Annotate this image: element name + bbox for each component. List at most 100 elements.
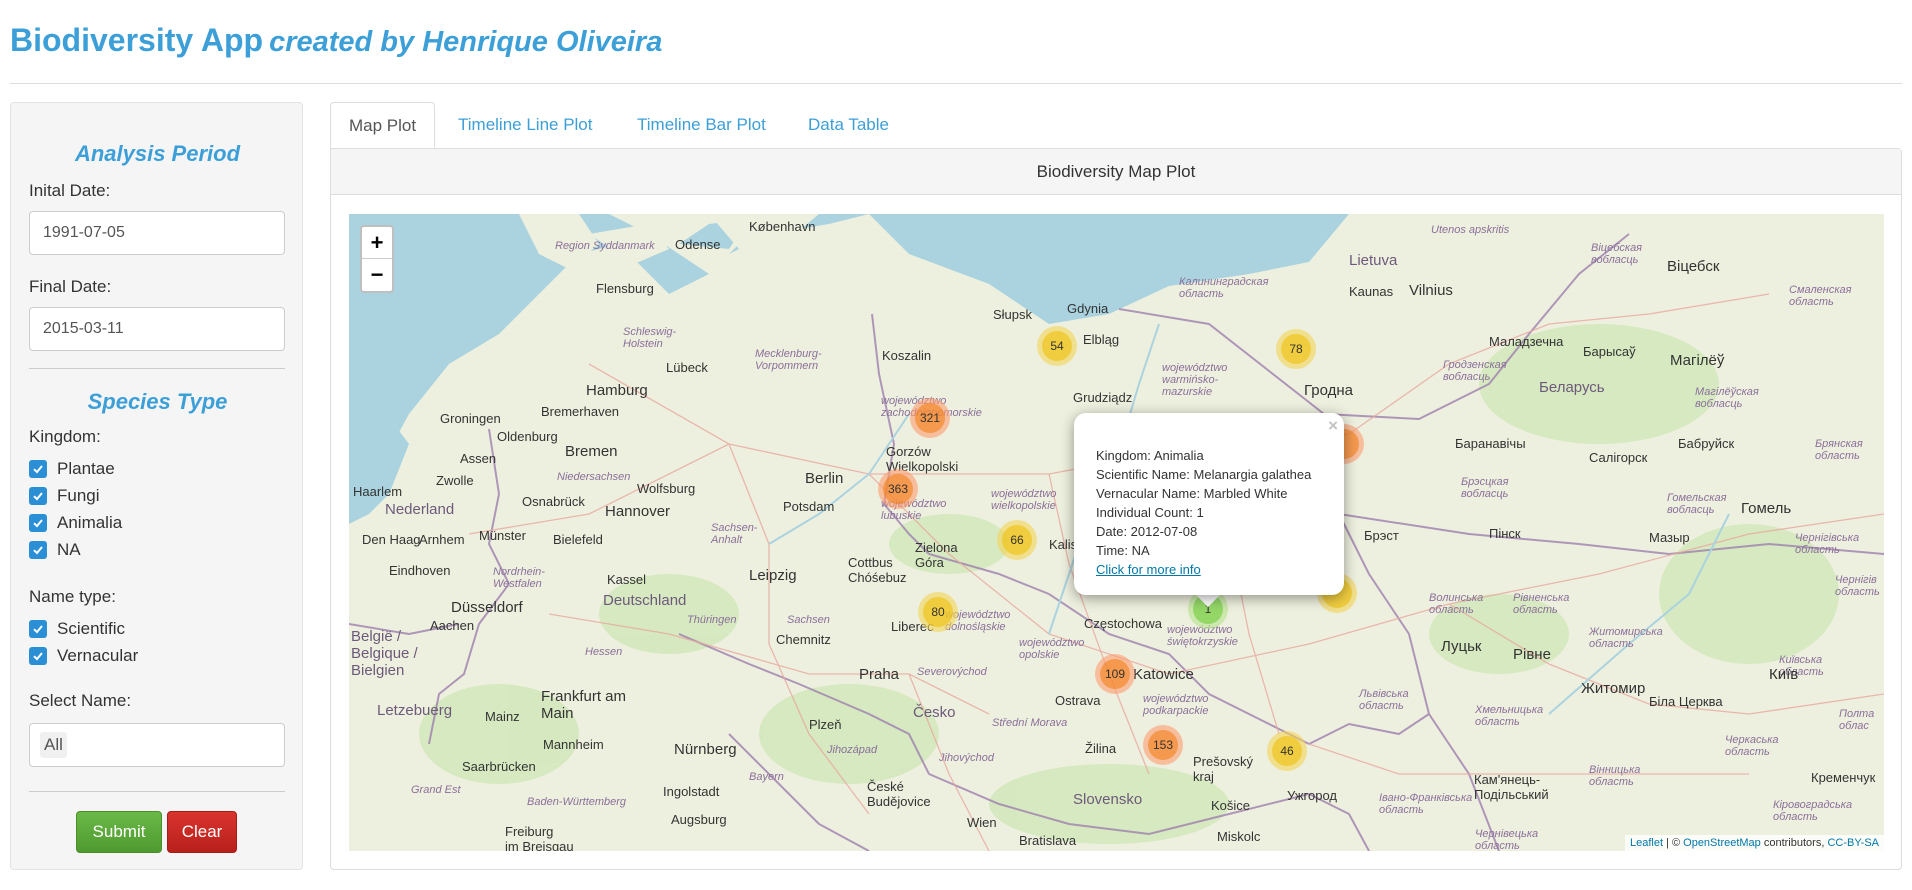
osm-link[interactable]: OpenStreetMap [1683, 837, 1761, 849]
map-country-label: Lietuva [1349, 252, 1398, 269]
map-city-label: Berlin [805, 470, 844, 487]
map-cluster-marker[interactable]: 46 [1267, 731, 1307, 771]
map-region-label: Jihovýchod [939, 752, 995, 764]
map-city-label: Assen [460, 451, 497, 466]
map-region-label: Sachsen- Anhalt [711, 522, 758, 546]
map-city-label: Koszalin [882, 348, 932, 363]
tab-map-plot[interactable]: Map Plot [330, 102, 436, 148]
checkbox-checked-icon[interactable] [29, 487, 47, 505]
map-region-label: województwo opolskie [1019, 637, 1085, 661]
map-country-label: Česko [913, 704, 956, 721]
kingdom-option-animalia[interactable]: Animalia [29, 512, 122, 534]
analysis-period-title: Analysis Period [74, 141, 241, 166]
map-region-label: Хмельницька область [1475, 704, 1544, 728]
checkbox-checked-icon[interactable] [29, 541, 47, 559]
submit-button[interactable]: Submit [76, 811, 162, 853]
map-city-label: Kassel [607, 572, 647, 587]
popup-more-info-link[interactable]: Click for more info [1096, 562, 1201, 577]
checkbox-checked-icon[interactable] [29, 647, 47, 665]
map-region-label: Niedersachsen [557, 471, 631, 483]
name-type-option-scientific[interactable]: Scientific [29, 618, 125, 640]
select-name-label: Select Name: [29, 691, 132, 710]
leaflet-link[interactable]: Leaflet [1630, 837, 1663, 849]
map-attribution: Leaflet | © OpenStreetMap contributors, … [1624, 835, 1884, 851]
map-cluster-marker[interactable]: 80 [918, 592, 958, 632]
map-region-label: Hessen [585, 646, 623, 658]
zoom-in-button[interactable]: + [362, 227, 392, 259]
tab-data-table[interactable]: Data Table [790, 102, 907, 148]
clear-button[interactable]: Clear [167, 811, 237, 853]
map-city-label: Житомир [1581, 680, 1646, 697]
cluster-count: 109 [1100, 659, 1130, 689]
map-region-label: Bayern [749, 771, 784, 783]
map-region-label: Брянская область [1815, 438, 1863, 462]
map-country-label: Nederland [385, 501, 455, 518]
license-link[interactable]: CC-BY-SA [1827, 837, 1879, 849]
initial-date-label: Inital Date: [29, 181, 111, 200]
tab-timeline-bar-plot[interactable]: Timeline Bar Plot [619, 102, 784, 148]
map-city-label: Мазыр [1649, 530, 1690, 545]
popup-individual-count: Individual Count: 1 [1096, 505, 1204, 520]
map-cluster-marker[interactable]: 321 [910, 398, 950, 438]
cluster-count: 54 [1042, 331, 1072, 361]
map-country-label: Letzebuerg [377, 702, 453, 719]
map-cluster-marker[interactable]: 66 [997, 520, 1037, 560]
map-city-label: Бабруйск [1678, 436, 1735, 451]
map-region-label: Смаленская область [1789, 284, 1852, 308]
checkbox-checked-icon[interactable] [29, 460, 47, 478]
map-region-label: Baden-Württemberg [527, 796, 627, 808]
kingdom-option-plantae[interactable]: Plantae [29, 458, 115, 480]
map-cluster-marker[interactable]: 54 [1037, 326, 1077, 366]
map-city-label: Praha [859, 666, 900, 683]
map-city-label: Vilnius [1409, 282, 1453, 299]
close-icon[interactable]: × [1328, 416, 1338, 435]
cluster-count: 66 [1002, 525, 1032, 555]
map-region-label: województwo warmińsko-mazurskie [1162, 362, 1228, 398]
tab-timeline-line-plot[interactable]: Timeline Line Plot [440, 102, 611, 148]
map-region-label: Чернівецька область [1475, 828, 1539, 851]
initial-date-input[interactable]: 1991-07-05 [29, 211, 285, 255]
species-type-title: Species Type [87, 389, 228, 414]
final-date-input[interactable]: 2015-03-11 [29, 307, 285, 351]
selected-name-chip[interactable]: All [40, 732, 67, 758]
name-type-option-vernacular[interactable]: Vernacular [29, 645, 138, 667]
map-region-label: Střední Morava [992, 717, 1068, 729]
map-city-label: Groningen [440, 411, 501, 426]
map-city-label: Oldenburg [497, 429, 558, 444]
map-region-label: województwo wielkopolskie [991, 488, 1057, 512]
kingdom-option-label: Animalia [57, 513, 123, 532]
map-city-label: Гродна [1304, 382, 1354, 399]
zoom-out-button[interactable]: − [362, 259, 392, 291]
map-region-label: Thüringen [687, 614, 737, 626]
checkbox-checked-icon[interactable] [29, 620, 47, 638]
map-city-label: Wolfsburg [637, 481, 696, 496]
map-region-label: Вінницька область [1589, 764, 1641, 788]
map-city-label: Ужгород [1287, 788, 1337, 803]
map-city-label: Кременчук [1811, 770, 1876, 785]
map-region-label: Черкаська область [1725, 734, 1779, 758]
select-name-input[interactable]: All [29, 723, 285, 767]
map-region-label: Severovýchod [917, 666, 987, 678]
map-cluster-marker[interactable]: 153 [1143, 725, 1183, 765]
map-city-label: Kaunas [1349, 284, 1394, 299]
map-cluster-marker[interactable]: 78 [1276, 329, 1316, 369]
kingdom-option-label: NA [57, 540, 81, 559]
attribution-separator: | © [1663, 837, 1684, 849]
map-region-label: Гомельская вобласць [1667, 492, 1727, 516]
map-country-label: België / Belgique / Bielgien [351, 628, 418, 679]
kingdom-label: Kingdom: [29, 427, 101, 446]
name-type-option-label: Vernacular [57, 646, 139, 665]
zoom-control: + − [360, 225, 394, 293]
sidebar-divider [29, 368, 285, 369]
checkbox-checked-icon[interactable] [29, 514, 47, 532]
popup-time: Time: NA [1096, 543, 1150, 558]
map-city-label: Брэст [1364, 528, 1399, 543]
map-view[interactable]: Region Syddanmark Odense København Flens… [349, 214, 1884, 851]
kingdom-option-fungi[interactable]: Fungi [29, 485, 100, 507]
map-cluster-marker[interactable]: 109 [1095, 654, 1135, 694]
map-cluster-marker[interactable]: 363 [878, 469, 918, 509]
map-country-label: Deutschland [603, 592, 687, 609]
map-region-label: Полта облас [1839, 708, 1875, 732]
cluster-count: 153 [1148, 730, 1178, 760]
kingdom-option-na[interactable]: NA [29, 539, 81, 561]
